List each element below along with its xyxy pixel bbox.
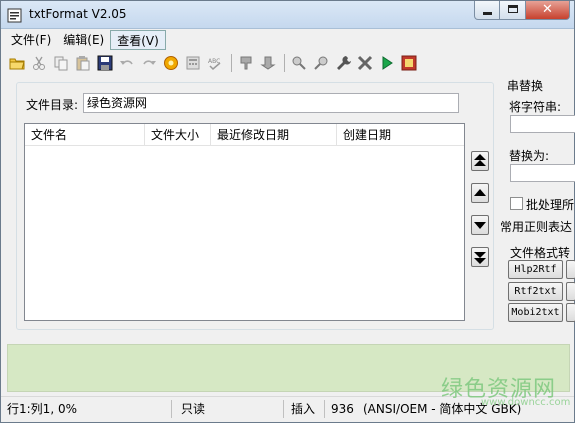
- file-list[interactable]: 文件名 文件大小 最近修改日期 创建日期: [24, 123, 465, 321]
- convert-button-partial-3[interactable]: [566, 303, 575, 322]
- status-separator: [171, 400, 172, 418]
- wrench-icon[interactable]: [333, 53, 353, 73]
- hlp2rtf-button[interactable]: Hlp2Rtf: [508, 260, 563, 279]
- menu-view[interactable]: 查看(V): [110, 30, 166, 50]
- close-icon: ✕: [542, 2, 553, 17]
- settings-gear-icon[interactable]: [161, 53, 181, 73]
- cut-icon[interactable]: [29, 53, 49, 73]
- find-string-label: 将字符串:: [509, 100, 562, 114]
- double-up-arrow-icon: [474, 154, 486, 166]
- app-icon: [7, 7, 23, 23]
- move-top-button[interactable]: [471, 151, 489, 171]
- batch-process-checkbox[interactable]: [510, 197, 523, 210]
- status-codepage: 936: [331, 402, 354, 416]
- tools-icon[interactable]: [355, 53, 375, 73]
- window-controls: ✕: [474, 1, 570, 21]
- status-insert-mode: 插入: [291, 402, 316, 416]
- column-header-filename[interactable]: 文件名: [25, 124, 145, 146]
- mobi2txt-button[interactable]: Mobi2txt: [508, 303, 563, 322]
- directory-label: 文件目录:: [26, 98, 79, 112]
- replace-with-input[interactable]: [510, 164, 575, 182]
- toolbar: ABC: [7, 52, 421, 74]
- status-separator: [283, 400, 284, 418]
- toolbar-separator: [231, 54, 232, 72]
- column-header-created[interactable]: 创建日期: [337, 124, 457, 146]
- copy-icon[interactable]: [51, 53, 71, 73]
- status-separator: [324, 400, 325, 418]
- minimize-icon: [483, 12, 492, 15]
- convert-group-title: 文件格式转: [510, 246, 571, 260]
- directory-input[interactable]: 绿色资源网: [83, 93, 459, 113]
- status-readonly: 只读: [181, 402, 206, 416]
- move-bottom-button[interactable]: [471, 247, 489, 267]
- convert-button-partial-2[interactable]: [566, 282, 575, 301]
- search-icon[interactable]: [311, 53, 331, 73]
- column-header-modified[interactable]: 最近修改日期: [211, 124, 337, 146]
- replace-group-title: 串替换: [507, 79, 544, 93]
- replace-with-label: 替换为:: [509, 149, 550, 163]
- regex-label: 常用正则表达: [500, 220, 573, 234]
- close-button[interactable]: ✕: [526, 1, 570, 20]
- rtf2txt-button[interactable]: Rtf2txt: [508, 282, 563, 301]
- batch-process-label: 批处理所: [526, 198, 575, 212]
- double-down-arrow-icon: [474, 252, 486, 264]
- window-title: txtFormat V2.05: [29, 7, 127, 21]
- menu-edit[interactable]: 编辑(E): [57, 30, 110, 50]
- find-icon[interactable]: [289, 53, 309, 73]
- run-icon[interactable]: [377, 53, 397, 73]
- up-arrow-icon: [474, 189, 486, 196]
- convert-button-partial-1[interactable]: [566, 260, 575, 279]
- maximize-button[interactable]: [500, 1, 526, 20]
- undo-icon[interactable]: [117, 53, 137, 73]
- app-window: txtFormat V2.05 ✕ 文件(F) 编辑(E) 查看(V) ABC …: [0, 0, 575, 423]
- title-bar[interactable]: txtFormat V2.05 ✕: [1, 1, 574, 29]
- minimize-button[interactable]: [474, 1, 500, 20]
- find-string-input[interactable]: [510, 115, 575, 133]
- book-icon[interactable]: [399, 53, 419, 73]
- calculator-icon[interactable]: [183, 53, 203, 73]
- paste-icon[interactable]: [73, 53, 93, 73]
- down-arrow-icon: [474, 222, 486, 229]
- status-position: 行1:列1, 0%: [7, 402, 77, 416]
- maximize-icon: [508, 5, 518, 13]
- format-left-icon[interactable]: [236, 53, 256, 73]
- toolbar-separator: [284, 54, 285, 72]
- open-folder-icon[interactable]: [7, 53, 27, 73]
- redo-icon[interactable]: [139, 53, 159, 73]
- spellcheck-icon[interactable]: ABC: [205, 53, 225, 73]
- move-down-button[interactable]: [471, 215, 489, 235]
- format-right-icon[interactable]: [258, 53, 278, 73]
- move-up-button[interactable]: [471, 183, 489, 203]
- menu-file[interactable]: 文件(F): [5, 30, 57, 50]
- menu-bar: 文件(F) 编辑(E) 查看(V): [5, 30, 166, 50]
- save-icon[interactable]: [95, 53, 115, 73]
- watermark-url: www.downcc.com: [481, 397, 571, 408]
- file-list-header: 文件名 文件大小 最近修改日期 创建日期: [25, 124, 464, 146]
- column-header-filesize[interactable]: 文件大小: [145, 124, 211, 146]
